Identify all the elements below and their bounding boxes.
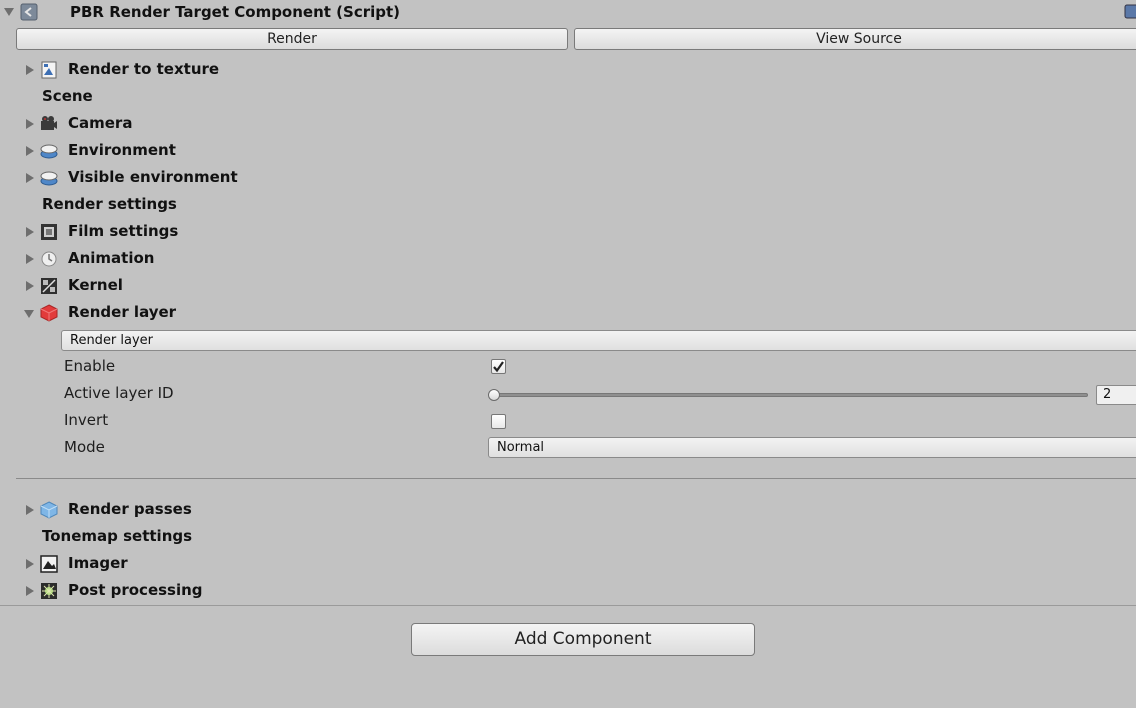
render-button[interactable]: Render: [16, 28, 568, 50]
active-layer-slider-track[interactable]: [490, 393, 1088, 397]
clock-icon: [40, 250, 58, 268]
active-layer-id-label: Active layer ID: [64, 384, 174, 402]
foldout-label-environment[interactable]: Environment: [68, 141, 176, 159]
mode-dropdown[interactable]: Normal: [488, 437, 1136, 458]
enable-label: Enable: [64, 357, 116, 375]
active-layer-slider-thumb[interactable]: [488, 389, 500, 401]
help-book-icon[interactable]: [1124, 3, 1136, 21]
kernel-icon: [40, 277, 58, 295]
texture-icon: [40, 61, 58, 79]
foldout-label-visible-environment[interactable]: Visible environment: [68, 168, 238, 186]
foldout-label-render-to-texture[interactable]: Render to texture: [68, 60, 219, 78]
foldout-arrow-post-processing[interactable]: [26, 586, 34, 596]
foldout-arrow-kernel[interactable]: [26, 281, 34, 291]
environment-icon: [40, 142, 58, 160]
camera-icon: [40, 115, 58, 133]
inspector-bottom-divider: [0, 605, 1136, 606]
foldout-label-render-layer[interactable]: Render layer: [68, 303, 176, 321]
mountain-image-icon: [40, 555, 58, 573]
section-header-tonemap-settings: Tonemap settings: [42, 527, 193, 545]
component-title: PBR Render Target Component (Script): [70, 3, 401, 21]
foldout-arrow-camera[interactable]: [26, 119, 34, 129]
section-header-render-settings: Render settings: [42, 195, 177, 213]
foldout-label-animation[interactable]: Animation: [68, 249, 154, 267]
enable-checkbox[interactable]: [491, 359, 506, 374]
environment-icon: [40, 169, 58, 187]
foldout-label-post-processing[interactable]: Post processing: [68, 581, 203, 599]
foldout-label-imager[interactable]: Imager: [68, 554, 128, 572]
blue-cube-icon: [40, 501, 58, 519]
foldout-arrow-animation[interactable]: [26, 254, 34, 264]
component-header: PBR Render Target Component (Script): [0, 0, 1136, 26]
foldout-arrow-visible-environment[interactable]: [26, 173, 34, 183]
invert-checkbox[interactable]: [491, 414, 506, 429]
script-component-icon: [20, 3, 38, 21]
section-divider: [16, 478, 1136, 479]
invert-label: Invert: [64, 411, 109, 429]
render-layer-dropdown[interactable]: Render layer: [61, 330, 1136, 351]
foldout-arrow-render-to-texture[interactable]: [26, 65, 34, 75]
foldout-label-camera[interactable]: Camera: [68, 114, 132, 132]
foldout-arrow-film-settings[interactable]: [26, 227, 34, 237]
foldout-arrow-render-layer[interactable]: [24, 310, 34, 318]
component-fold-arrow[interactable]: [4, 8, 14, 16]
foldout-label-kernel[interactable]: Kernel: [68, 276, 123, 294]
active-layer-id-field[interactable]: 2: [1096, 385, 1136, 405]
film-icon: [40, 223, 58, 241]
section-header-scene: Scene: [42, 87, 93, 105]
foldout-arrow-render-passes[interactable]: [26, 505, 34, 515]
foldout-arrow-imager[interactable]: [26, 559, 34, 569]
red-cube-icon: [40, 304, 58, 322]
gear-burst-icon: [40, 582, 58, 600]
foldout-label-film-settings[interactable]: Film settings: [68, 222, 178, 240]
view-source-button[interactable]: View Source: [574, 28, 1136, 50]
add-component-button[interactable]: Add Component: [411, 623, 755, 656]
foldout-label-render-passes[interactable]: Render passes: [68, 500, 192, 518]
foldout-arrow-environment[interactable]: [26, 146, 34, 156]
mode-label: Mode: [64, 438, 105, 456]
